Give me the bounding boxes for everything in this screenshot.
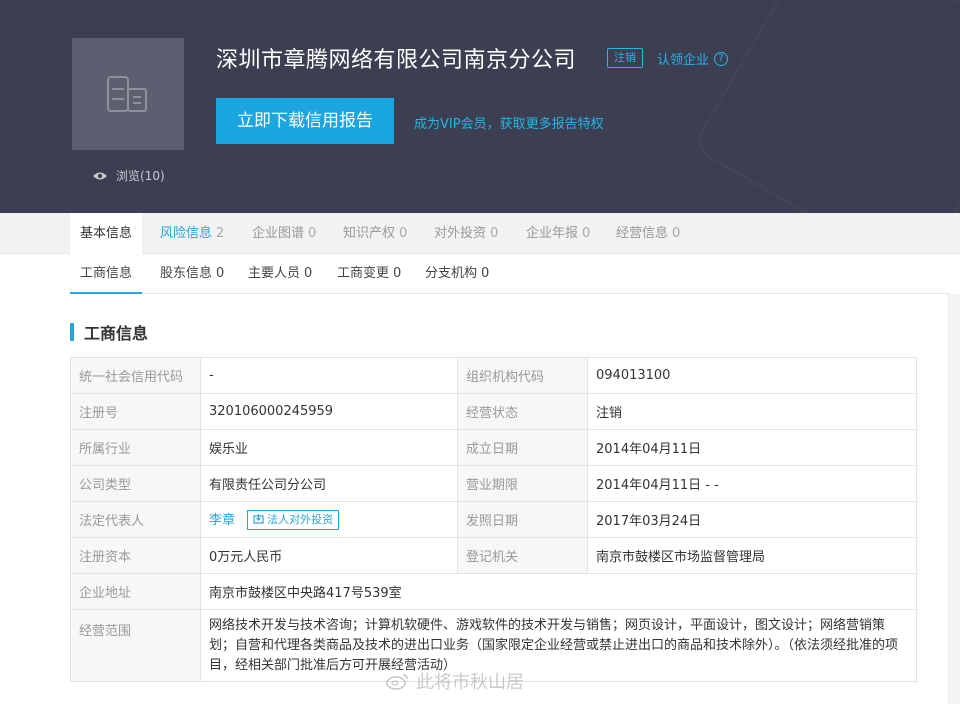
tab-label: 风险信息 <box>160 226 213 241</box>
tab-count: 0 <box>399 226 408 241</box>
tab-label: 基本信息 <box>80 226 133 241</box>
section-title: 工商信息 <box>70 322 149 343</box>
scope-cell: 网络技术开发与技术咨询；计算机软硬件、游戏软件的技术开发与销售；网页设计，平面设… <box>200 609 917 682</box>
company-icon <box>107 76 147 112</box>
tab-count: 0 <box>308 226 317 241</box>
capital-label: 注册资本 <box>70 537 201 574</box>
address-label: 企业地址 <box>70 573 201 610</box>
tab-label: 企业图谱 <box>252 226 305 241</box>
section-title-text: 工商信息 <box>84 324 149 343</box>
scope-label: 经营范围 <box>70 609 201 682</box>
tab-label: 企业年报 <box>526 226 579 241</box>
status-badge: 注销 <box>607 48 643 68</box>
main-tabs: 基本信息 风险信息 2 企业图谱 0 知识产权 0 对外投资 0 企业年报 0 经营信息 0 <box>0 213 960 254</box>
reg-no-value: 320106000245959 <box>200 393 458 430</box>
tab-count: 0 <box>490 226 499 241</box>
company-logo-placeholder <box>72 38 184 150</box>
legal-rep-link[interactable]: 李章 <box>209 513 235 528</box>
header-decoration <box>692 0 960 213</box>
address-value: 南京市鼓楼区中央路417号539室 <box>200 573 917 610</box>
tab-enterprise-graph[interactable]: 企业图谱 0 <box>252 213 316 254</box>
tab-count: 0 <box>672 226 681 241</box>
eye-icon <box>93 172 107 179</box>
tab-count: 0 <box>582 226 591 241</box>
table-row: 所属行业 娱乐业 成立日期 2014年04月11日 <box>70 429 917 466</box>
subtab-business-registration[interactable]: 工商信息 <box>70 254 143 294</box>
term-label: 营业期限 <box>457 465 588 502</box>
tab-business-info[interactable]: 经营信息 0 <box>616 213 680 254</box>
tab-basic-info[interactable]: 基本信息 <box>70 213 143 254</box>
tab-annual-report[interactable]: 企业年报 0 <box>526 213 590 254</box>
sub-tabs: 工商信息 股东信息 0 主要人员 0 工商变更 0 分支机构 0 <box>70 254 950 294</box>
industry-label: 所属行业 <box>70 429 201 466</box>
claim-company-link[interactable]: 认领企业 ? <box>657 49 729 68</box>
table-row: 注册资本 0万元人民币 登记机关 南京市鼓楼区市场监督管理局 <box>70 537 917 574</box>
legal-rep-investment-label: 法人对外投资 <box>267 513 334 527</box>
watermark-text: 此将市秋山居 <box>416 672 524 693</box>
issue-date-label: 发照日期 <box>457 501 588 538</box>
scope-value: 网络技术开发与技术咨询；计算机软硬件、游戏软件的技术开发与销售；网页设计，平面设… <box>209 618 899 673</box>
subtab-count: 0 <box>304 266 313 281</box>
tab-label: 对外投资 <box>434 226 487 241</box>
tab-outbound-investment[interactable]: 对外投资 0 <box>434 213 498 254</box>
company-name: 深圳市章腾网络有限公司南京分公司 <box>216 48 577 73</box>
tab-intellectual-property[interactable]: 知识产权 0 <box>343 213 407 254</box>
table-row: 公司类型 有限责任公司分公司 营业期限 2014年04月11日 - - <box>70 465 917 502</box>
reg-no-label: 注册号 <box>70 393 201 430</box>
table-row: 统一社会信用代码 - 组织机构代码 094013100 <box>70 357 917 394</box>
biz-status-label: 经营状态 <box>457 393 588 430</box>
industry-value: 娱乐业 <box>200 429 458 466</box>
table-row: 注册号 320106000245959 经营状态 注销 <box>70 393 917 430</box>
subtab-count: 0 <box>216 266 225 281</box>
tab-count: 2 <box>216 226 225 241</box>
view-count-label: 浏览(10) <box>116 169 165 183</box>
tab-label: 经营信息 <box>616 226 669 241</box>
weibo-icon <box>386 674 408 690</box>
claim-label[interactable]: 认领企业 <box>657 49 709 68</box>
capital-value: 0万元人民币 <box>200 537 458 574</box>
legal-rep-label: 法定代表人 <box>70 501 201 538</box>
credit-code-label: 统一社会信用代码 <box>70 357 201 394</box>
vip-link[interactable]: 成为VIP会员，获取更多报告特权 <box>414 113 604 132</box>
view-count: 浏览(10) <box>92 167 165 184</box>
download-report-button[interactable]: 立即下载信用报告 <box>216 98 394 144</box>
subtab-count: 0 <box>393 266 402 281</box>
scrollbar[interactable] <box>948 294 960 704</box>
watermark: 此将市秋山居 <box>386 668 524 694</box>
subtab-shareholders[interactable]: 股东信息 0 <box>160 254 224 294</box>
help-icon[interactable]: ? <box>714 51 729 66</box>
term-value: 2014年04月11日 - - <box>587 465 917 502</box>
org-code-value: 094013100 <box>587 357 917 394</box>
table-row: 企业地址 南京市鼓楼区中央路417号539室 <box>70 573 917 610</box>
subtab-label: 主要人员 <box>248 266 301 281</box>
tab-label: 知识产权 <box>343 226 396 241</box>
subtab-label: 工商信息 <box>80 266 133 281</box>
subtab-label: 工商变更 <box>337 266 390 281</box>
subtab-label: 分支机构 <box>425 266 478 281</box>
company-type-value: 有限责任公司分公司 <box>200 465 458 502</box>
org-code-label: 组织机构代码 <box>457 357 588 394</box>
biz-status-value: 注销 <box>587 393 917 430</box>
subtab-registration-changes[interactable]: 工商变更 0 <box>337 254 401 294</box>
legal-rep-cell: 李章 法人对外投资 <box>200 501 458 538</box>
issue-date-value: 2017年03月24日 <box>587 501 917 538</box>
founded-value: 2014年04月11日 <box>587 429 917 466</box>
authority-label: 登记机关 <box>457 537 588 574</box>
company-header: 浏览(10) 深圳市章腾网络有限公司南京分公司 注销 认领企业 ? 立即下载信用… <box>0 0 960 213</box>
credit-code-value: - <box>200 357 458 394</box>
subtab-key-personnel[interactable]: 主要人员 0 <box>248 254 312 294</box>
subtab-label: 股东信息 <box>160 266 213 281</box>
subtab-branches[interactable]: 分支机构 0 <box>425 254 489 294</box>
tab-risk-info[interactable]: 风险信息 2 <box>160 213 224 254</box>
section-title-bar <box>70 323 74 341</box>
authority-value: 南京市鼓楼区市场监督管理局 <box>587 537 917 574</box>
table-row: 法定代表人 李章 法人对外投资 发照日期 2017年03月24日 <box>70 501 917 538</box>
legal-rep-investment-button[interactable]: 法人对外投资 <box>247 510 340 531</box>
subtab-count: 0 <box>481 266 490 281</box>
founded-label: 成立日期 <box>457 429 588 466</box>
company-type-label: 公司类型 <box>70 465 201 502</box>
investment-icon <box>253 514 264 524</box>
business-info-table: 统一社会信用代码 - 组织机构代码 094013100 注册号 32010600… <box>70 357 917 682</box>
